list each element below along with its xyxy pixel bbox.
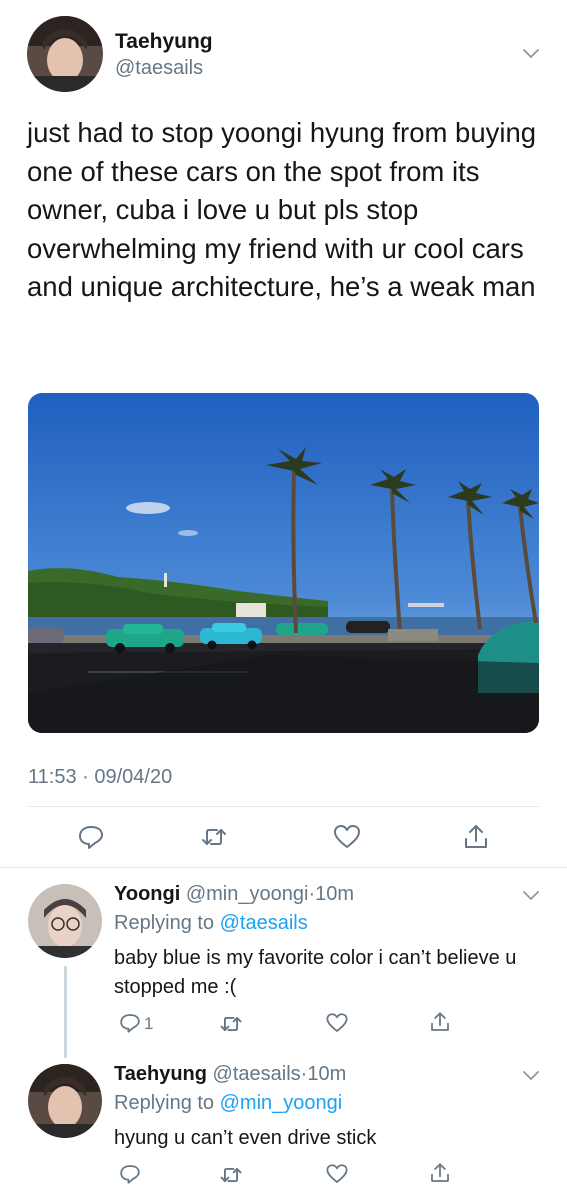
author-name[interactable]: Taehyung	[115, 30, 213, 54]
divider	[0, 867, 567, 868]
reply-avatar[interactable]	[28, 1064, 102, 1138]
reply-icon[interactable]: 1	[118, 1011, 153, 1035]
reply-author-handle[interactable]: @min_yoongi	[186, 883, 309, 905]
retweet-icon[interactable]	[199, 822, 229, 852]
chevron-down-icon[interactable]	[520, 884, 542, 906]
reply-header: Yoongi @min_yoongi·10m	[114, 883, 354, 906]
reply-author-name[interactable]: Taehyung	[114, 1063, 207, 1085]
share-icon[interactable]	[461, 822, 491, 852]
reply-avatar[interactable]	[28, 884, 102, 958]
divider	[28, 806, 539, 807]
reply-author-name[interactable]: Yoongi	[114, 883, 180, 905]
reply-author-handle[interactable]: @taesails	[213, 1063, 301, 1085]
reply-header: Taehyung @taesails·10m	[114, 1063, 346, 1086]
replying-to-handle[interactable]: @taesails	[220, 912, 308, 934]
tweet-text: just had to stop yoongi hyung from buyin…	[27, 117, 537, 302]
share-icon[interactable]	[428, 1161, 452, 1185]
reply-text: hyung u can’t even drive stick	[114, 1127, 377, 1149]
reply-text: baby blue is my favorite color i can’t b…	[114, 947, 517, 998]
like-icon[interactable]	[325, 1011, 349, 1035]
reply-time: 10m	[315, 883, 355, 905]
replying-to-handle[interactable]: @min_yoongi	[220, 1092, 343, 1114]
reply-icon[interactable]	[118, 1162, 142, 1186]
share-icon[interactable]	[428, 1010, 452, 1034]
replying-to-label: Replying to	[114, 912, 215, 934]
author-avatar[interactable]	[27, 16, 103, 92]
retweet-icon[interactable]	[218, 1162, 244, 1188]
reply-count: 1	[144, 1014, 154, 1033]
author-handle[interactable]: @taesails	[115, 57, 203, 80]
replying-to: Replying to @taesails	[114, 912, 308, 935]
thread-line	[64, 966, 67, 1058]
reply-time: 10m	[307, 1063, 347, 1085]
replying-to: Replying to @min_yoongi	[114, 1092, 342, 1115]
like-icon[interactable]	[332, 822, 362, 852]
chevron-down-icon[interactable]	[520, 42, 542, 64]
tweet-photo[interactable]	[28, 393, 539, 733]
like-icon[interactable]	[325, 1162, 349, 1186]
chevron-down-icon[interactable]	[520, 1064, 542, 1086]
reply-icon[interactable]	[76, 822, 106, 852]
retweet-icon[interactable]	[218, 1011, 244, 1037]
replying-to-label: Replying to	[114, 1092, 215, 1114]
tweet-timestamp: 11:53 · 09/04/20	[28, 766, 173, 788]
